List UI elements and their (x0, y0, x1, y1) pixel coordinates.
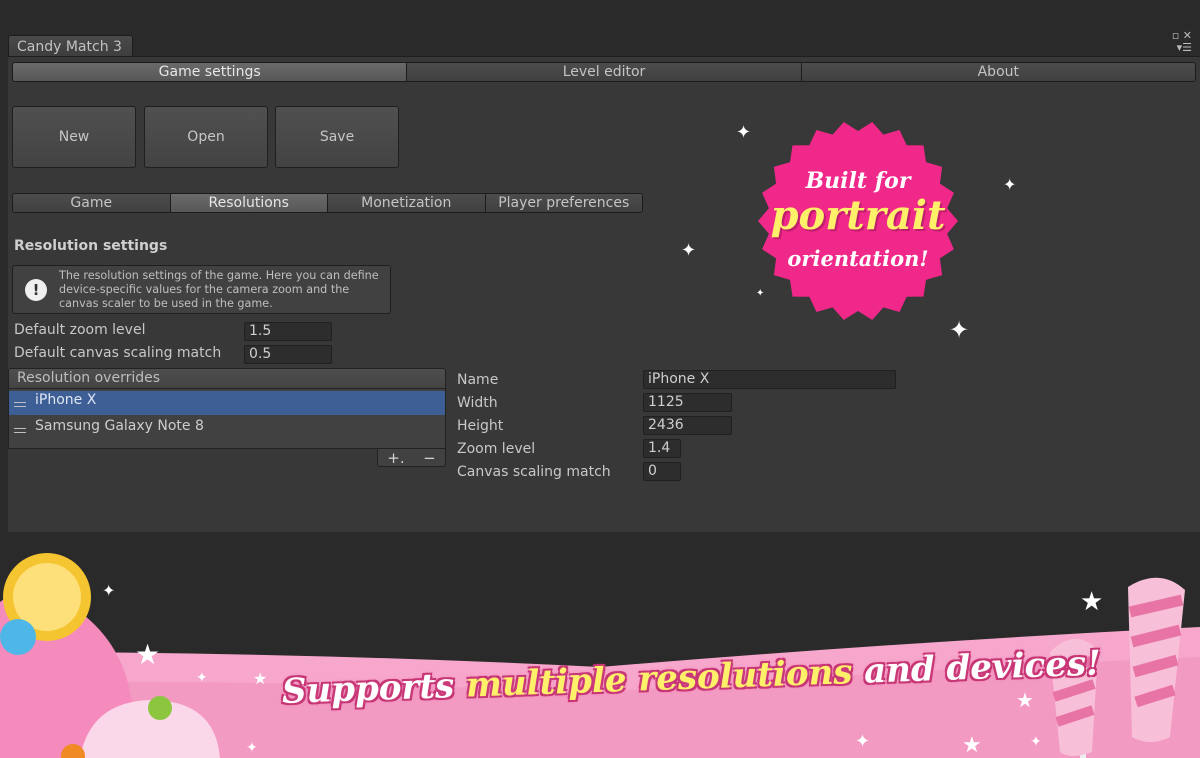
tab-game-settings[interactable]: Game settings (13, 63, 408, 81)
sparkle-icon: ✦ (756, 288, 765, 299)
svg-text:✦: ✦ (102, 581, 115, 600)
height-label: Height (457, 418, 504, 434)
badge-line-1: Built for (805, 168, 911, 194)
default-canvas-input[interactable]: 0.5 (244, 345, 332, 364)
editor-panel: Game settings Level editor About New Ope… (8, 56, 1200, 532)
canvas-scaling-label: Canvas scaling match (457, 464, 611, 480)
help-text: The resolution settings of the game. Her… (59, 269, 379, 310)
sparkle-icon: ✦ (681, 240, 697, 261)
sparkle-icon: ✦ (1003, 175, 1017, 194)
svg-text:✦: ✦ (855, 731, 870, 752)
window-controls: ▫ ✕ ▾☰ (1170, 30, 1192, 56)
tab-game[interactable]: Game (13, 194, 171, 212)
sparkle-icon: ✦ (949, 316, 970, 344)
banner-part-1: Supports (281, 666, 455, 712)
default-canvas-label: Default canvas scaling match (14, 345, 222, 361)
default-zoom-input[interactable]: 1.5 (244, 322, 332, 341)
open-button[interactable]: Open (144, 106, 268, 168)
svg-text:★: ★ (253, 669, 267, 688)
add-item-button[interactable]: +. (387, 449, 404, 467)
portrait-badge: Built for portrait orientation! (752, 112, 964, 330)
save-button[interactable]: Save (275, 106, 399, 168)
tab-about[interactable]: About (801, 63, 1195, 81)
svg-text:★: ★ (962, 733, 982, 758)
help-box: ! The resolution settings of the game. H… (12, 265, 391, 314)
tab-resolutions[interactable]: Resolutions (170, 194, 328, 212)
name-input[interactable]: iPhone X (643, 370, 896, 389)
window-tab-title: Candy Match 3 (17, 39, 122, 55)
banner-part-3: and devices! (863, 643, 1102, 692)
badge-line-3: orientation! (787, 246, 929, 271)
svg-text:★: ★ (135, 638, 160, 671)
overrides-list: iPhone X Samsung Galaxy Note 8 (8, 389, 446, 449)
width-label: Width (457, 395, 498, 411)
list-item-label: Samsung Galaxy Note 8 (35, 418, 204, 434)
overrides-list-header: Resolution overrides (8, 368, 446, 389)
svg-text:★: ★ (1016, 688, 1034, 712)
name-label: Name (457, 372, 499, 388)
drag-handle-icon[interactable] (14, 428, 26, 433)
zoom-level-input[interactable]: 1.4 (643, 439, 681, 458)
sparkle-icon: ✦ (736, 122, 752, 143)
svg-text:★: ★ (1080, 587, 1103, 617)
settings-sub-tabs: Game Resolutions Monetization Player pre… (12, 193, 643, 213)
remove-item-button[interactable]: − (423, 449, 436, 467)
default-zoom-label: Default zoom level (14, 322, 146, 338)
drag-handle-icon[interactable] (14, 402, 26, 407)
list-item[interactable]: Samsung Galaxy Note 8 (9, 417, 445, 441)
list-item-label: iPhone X (35, 392, 97, 408)
tab-level-editor[interactable]: Level editor (407, 63, 802, 81)
svg-text:✦: ✦ (246, 740, 258, 756)
svg-text:✦: ✦ (1030, 734, 1042, 750)
main-tabs: Game settings Level editor About (12, 62, 1196, 82)
width-input[interactable]: 1125 (643, 393, 732, 412)
warning-icon: ! (25, 279, 47, 301)
list-footer: +. − (377, 449, 446, 467)
section-title: Resolution settings (14, 238, 168, 254)
height-input[interactable]: 2436 (643, 416, 732, 435)
badge-line-2: portrait (770, 192, 946, 239)
tab-monetization[interactable]: Monetization (328, 194, 486, 212)
svg-text:✦: ✦ (196, 670, 208, 686)
window-menu-icon[interactable]: ▾☰ (1170, 42, 1192, 54)
zoom-level-label: Zoom level (457, 441, 536, 457)
window-tab[interactable]: Candy Match 3 (8, 35, 133, 58)
list-item[interactable]: iPhone X (9, 391, 445, 415)
new-button[interactable]: New (12, 106, 136, 168)
canvas-scaling-input[interactable]: 0 (643, 462, 681, 481)
candy-illustration: ✦ ★ ✦ ★ ✦ ★ ★ ✦ ★ ✦ (0, 553, 1200, 758)
tab-player-preferences[interactable]: Player preferences (485, 194, 642, 212)
